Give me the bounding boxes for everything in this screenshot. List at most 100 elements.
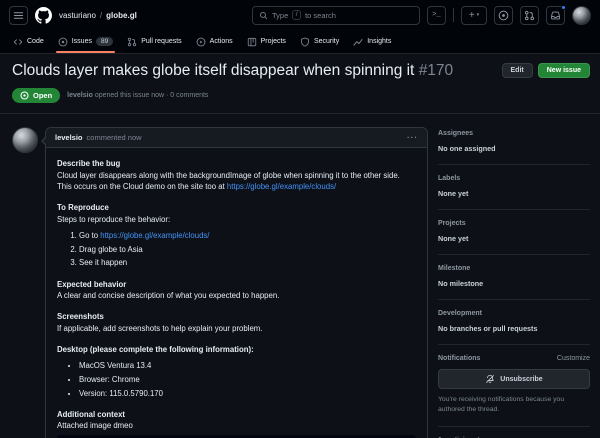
issue-page: Clouds layer makes globe itself disappea… [0, 54, 600, 438]
user-avatar[interactable] [572, 5, 591, 25]
tab-code[interactable]: Code [6, 30, 51, 53]
issue-byline: levelsio opened this issue now · 0 comme… [67, 92, 208, 99]
list-item: Drag globe to Asia [79, 244, 416, 255]
unsubscribe-label: Unsubscribe [500, 375, 543, 383]
issue-opened-icon [498, 10, 509, 20]
tab-label: Code [27, 38, 44, 45]
play-circle-icon [196, 37, 206, 47]
create-new-button[interactable]: + ▾ [461, 5, 487, 25]
sidebar-section-title: Notifications [438, 355, 481, 363]
section-text: A clear and concise description of what … [57, 291, 280, 301]
edit-button[interactable]: Edit [501, 63, 533, 78]
list-item: See it happen [79, 257, 416, 268]
plus-icon: + [468, 9, 475, 21]
issue-comment: levelsio commented now ··· Describe the … [41, 127, 428, 438]
issue-meta-row: Open levelsio opened this issue now · 0 … [12, 88, 590, 104]
git-pull-request-icon [127, 37, 137, 47]
sidebar-section-assignees[interactable]: Assignees No one assigned [438, 127, 590, 166]
issue-meta-text: opened this issue now · 0 comments [94, 92, 209, 100]
desktop-info-list: MacOS Ventura 13.4 Browser: Chrome Versi… [57, 360, 416, 399]
issue-title-row: Clouds layer makes globe itself disappea… [12, 61, 590, 80]
sidebar-section-title: Labels [438, 175, 461, 183]
section-heading: Additional context [57, 410, 126, 420]
clouds-demo-link[interactable]: https://globe.gl/example/clouds/ [227, 182, 336, 191]
section-text: Cloud layer disappears along with the ba… [57, 170, 416, 193]
breadcrumb-separator: / [99, 10, 103, 20]
status-badge: Open [12, 88, 61, 104]
to-reproduce-block: To Reproduce Steps to reproduce the beha… [57, 202, 416, 268]
sidebar-section-participants: 1 participant [438, 427, 590, 438]
comment-author[interactable]: levelsio [55, 133, 83, 142]
sidebar-section-value: No one assigned [438, 144, 496, 154]
issue-sidebar: Assignees No one assigned Labels None ye… [438, 127, 590, 438]
github-logo-icon[interactable] [35, 6, 52, 24]
breadcrumb: vasturiano / globe.gl [59, 11, 137, 20]
comment-author-avatar[interactable] [12, 127, 38, 154]
sidebar-section-projects[interactable]: Projects None yet [438, 210, 590, 256]
hamburger-menu-button[interactable] [9, 5, 28, 25]
tab-issues[interactable]: Issues 89 [51, 30, 120, 53]
section-heading: Expected behavior [57, 279, 127, 289]
customize-link[interactable]: Customize [557, 355, 590, 362]
screenshots-block: Screenshots If applicable, add screensho… [57, 311, 416, 334]
breadcrumb-owner[interactable]: vasturiano [59, 11, 96, 20]
tab-pull-requests[interactable]: Pull requests [120, 30, 188, 53]
slash-key-hint: / [292, 10, 302, 20]
issue-title-text: Clouds layer makes globe itself disappea… [12, 62, 415, 79]
comment-body: Describe the bug Cloud layer disappears … [46, 148, 427, 438]
sidebar-section-title: Assignees [438, 130, 474, 138]
issue-author[interactable]: levelsio [67, 92, 93, 99]
tab-label: Security [313, 38, 340, 45]
unsubscribe-button[interactable]: Unsubscribe [438, 369, 590, 390]
pull-requests-header-button[interactable] [520, 5, 539, 25]
sidebar-section-labels[interactable]: Labels None yet [438, 165, 590, 211]
tab-label: Actions [209, 38, 233, 45]
sidebar-section-value: None yet [438, 234, 469, 244]
inbox-icon [551, 11, 560, 19]
sidebar-section-title: Development [438, 310, 482, 318]
bell-slash-icon [486, 375, 495, 384]
status-label: Open [33, 91, 53, 101]
tab-actions[interactable]: Actions [189, 30, 240, 53]
list-item: MacOS Ventura 13.4 [79, 360, 416, 371]
step-text: Go to [79, 230, 101, 240]
sidebar-section-notifications: Notifications Customize Unsubscribe You'… [438, 345, 590, 428]
expected-behavior-block: Expected behavior A clear and concise de… [57, 279, 416, 302]
sidebar-section-development[interactable]: Development No branches or pull requests [438, 300, 590, 346]
tab-insights[interactable]: Insights [346, 30, 398, 53]
hamburger-icon [13, 11, 24, 19]
additional-context-block: Additional context Attached image dmeo [57, 409, 416, 438]
issue-number: #170 [418, 62, 454, 79]
tab-projects[interactable]: Projects [240, 30, 293, 53]
desktop-info-block: Desktop (please complete the following i… [57, 344, 416, 399]
issue-opened-icon [20, 91, 29, 100]
notifications-caption: You're receiving notifications because y… [438, 396, 565, 414]
clouds-demo-link[interactable]: https://globe.gl/example/clouds/ [100, 231, 209, 240]
command-palette-button[interactable]: >_ [427, 5, 446, 25]
new-issue-button[interactable]: New issue [537, 63, 590, 78]
issues-header-button[interactable] [494, 5, 513, 25]
tab-label: Projects [260, 38, 286, 45]
issues-count-badge: 89 [95, 37, 114, 46]
header-content-divider [0, 113, 600, 115]
command-palette-icon: >_ [432, 11, 441, 19]
tab-label: Issues [71, 38, 92, 45]
repro-steps-list: Go to https://globe.gl/example/clouds/ D… [57, 230, 416, 269]
inbox-button[interactable] [546, 4, 566, 25]
notifications-header: Notifications Customize [438, 355, 590, 362]
section-text: Attached image dmeo [57, 421, 133, 431]
comment-thread: levelsio commented now ··· Describe the … [12, 127, 428, 438]
table-icon [247, 37, 257, 47]
search-placeholder-suffix: to search [305, 10, 336, 20]
sidebar-section-milestone[interactable]: Milestone No milestone [438, 255, 590, 301]
sidebar-section-value: No branches or pull requests [438, 324, 538, 334]
kebab-menu-icon[interactable]: ··· [407, 133, 418, 142]
breadcrumb-repo[interactable]: globe.gl [106, 11, 137, 20]
git-pull-request-icon [524, 10, 535, 20]
app-header: vasturiano / globe.gl Type / to search >… [0, 0, 600, 30]
search-input[interactable]: Type / to search [252, 5, 420, 25]
tab-label: Insights [367, 38, 392, 45]
tab-security[interactable]: Security [293, 30, 346, 53]
list-item: Version: 115.0.5790.170 [79, 388, 416, 399]
comment-timestamp: commented now [86, 133, 142, 143]
